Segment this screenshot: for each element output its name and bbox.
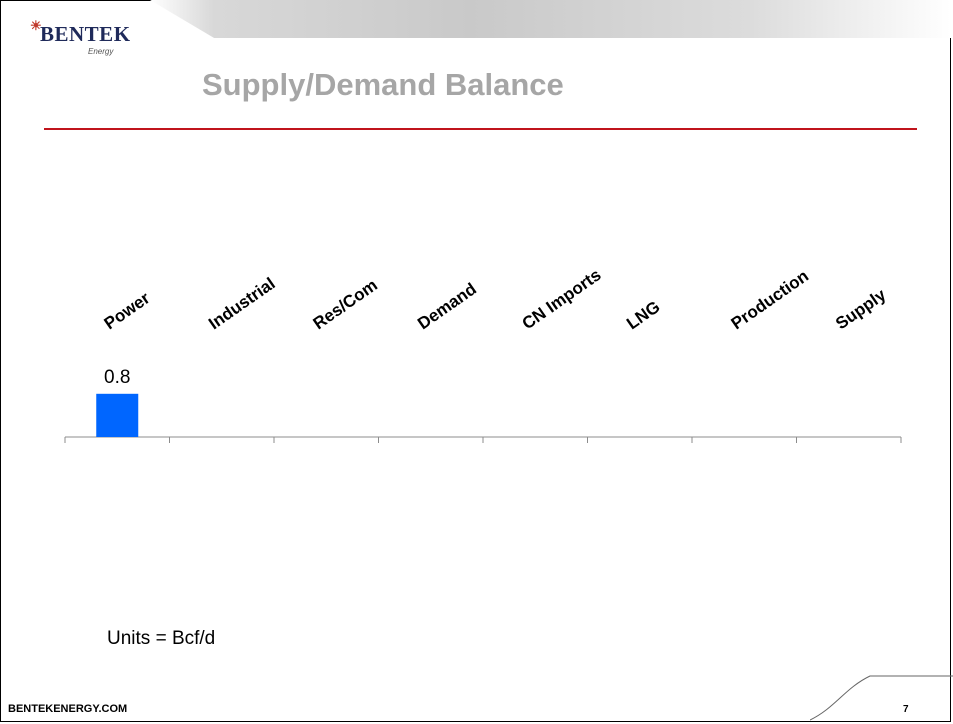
footer-swoosh	[810, 675, 953, 721]
category-label: Res/Com	[310, 275, 381, 333]
category-label: Power	[101, 288, 154, 333]
category-label: LNG	[623, 297, 663, 333]
supply-demand-chart: Power 0.8 Industrial Res/Com Demand CN Import…	[64, 265, 902, 443]
category-label: Production	[728, 266, 812, 333]
footer-url: BENTEKENERGY.COM	[8, 703, 128, 715]
category-label: Industrial	[205, 274, 279, 333]
units-note: Units = Bcf/d	[107, 628, 216, 649]
data-label: 0.8	[104, 367, 130, 388]
category-label: Supply	[832, 285, 890, 333]
bar	[96, 393, 139, 437]
page-number: 7	[903, 704, 909, 715]
category-label: CN Imports	[519, 265, 605, 333]
category-label: Demand	[414, 279, 480, 333]
